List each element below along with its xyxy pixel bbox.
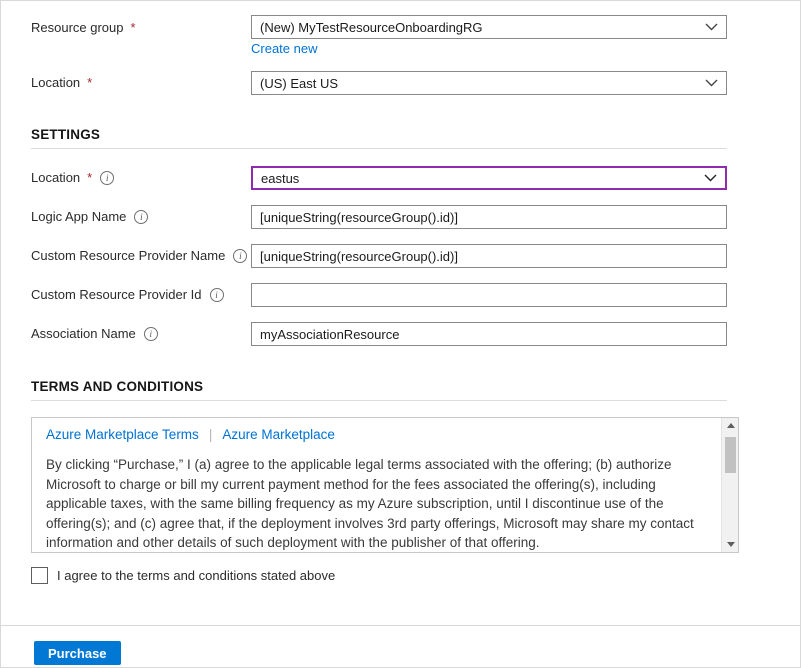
- agree-row: I agree to the terms and conditions stat…: [31, 567, 335, 584]
- custom-rp-name-label-text: Custom Resource Provider Name: [31, 248, 226, 263]
- resource-group-value: (New) MyTestResourceOnboardingRG: [260, 19, 483, 35]
- location-label-text: Location: [31, 75, 81, 90]
- custom-rp-id-label: Custom Resource Provider Id i: [31, 287, 224, 302]
- info-icon[interactable]: i: [143, 326, 158, 341]
- resource-group-label: Resource group *: [31, 20, 136, 35]
- settings-location-label-text: Location: [31, 170, 81, 185]
- association-name-label: Association Name i: [31, 326, 158, 341]
- terms-links: Azure Marketplace Terms | Azure Marketpl…: [46, 427, 335, 442]
- terms-divider: [31, 400, 727, 401]
- terms-body-text: By clicking “Purchase,” I (a) agree to t…: [46, 457, 694, 550]
- logic-app-name-label: Logic App Name i: [31, 209, 149, 224]
- scroll-down-icon[interactable]: [722, 537, 738, 552]
- resource-group-label-text: Resource group: [31, 20, 124, 35]
- logic-app-name-label-text: Logic App Name: [31, 209, 127, 224]
- location-label: Location *: [31, 75, 92, 90]
- footer-divider: [1, 625, 800, 626]
- azure-marketplace-link[interactable]: Azure Marketplace: [222, 427, 335, 442]
- resource-group-dropdown[interactable]: (New) MyTestResourceOnboardingRG: [251, 15, 727, 39]
- custom-rp-name-label: Custom Resource Provider Name i: [31, 248, 248, 263]
- required-asterisk: *: [87, 170, 93, 185]
- terms-text-panel: Azure Marketplace Terms | Azure Marketpl…: [31, 417, 739, 553]
- purchase-button[interactable]: Purchase: [34, 641, 121, 665]
- terms-agree-label: I agree to the terms and conditions stat…: [57, 568, 336, 583]
- custom-rp-id-input[interactable]: [251, 283, 727, 307]
- deployment-form-page: Resource group * (New) MyTestResourceOnbo…: [0, 0, 801, 668]
- link-separator: |: [208, 427, 213, 442]
- association-name-label-text: Association Name: [31, 326, 136, 341]
- terms-scrollbar[interactable]: [721, 418, 738, 552]
- chevron-down-icon: [705, 23, 718, 31]
- custom-rp-name-input[interactable]: [251, 244, 727, 268]
- info-icon[interactable]: i: [233, 248, 248, 263]
- info-icon[interactable]: i: [209, 287, 224, 302]
- settings-heading: SETTINGS: [31, 127, 101, 142]
- azure-marketplace-terms-link[interactable]: Azure Marketplace Terms: [46, 427, 199, 442]
- logic-app-name-input[interactable]: [251, 205, 727, 229]
- custom-rp-id-label-text: Custom Resource Provider Id: [31, 287, 202, 302]
- scroll-up-icon[interactable]: [722, 418, 738, 433]
- chevron-down-icon: [704, 174, 717, 182]
- settings-location-value: eastus: [261, 170, 300, 186]
- info-icon[interactable]: i: [100, 170, 115, 185]
- required-asterisk: *: [87, 75, 93, 90]
- settings-location-dropdown[interactable]: eastus: [251, 166, 727, 190]
- chevron-down-icon: [705, 79, 718, 87]
- terms-heading: TERMS AND CONDITIONS: [31, 379, 204, 394]
- info-icon[interactable]: i: [134, 209, 149, 224]
- association-name-input[interactable]: [251, 322, 727, 346]
- location-value: (US) East US: [260, 75, 339, 91]
- create-new-link[interactable]: Create new: [251, 41, 317, 56]
- settings-location-label: Location * i: [31, 170, 115, 185]
- scrollbar-thumb[interactable]: [725, 437, 736, 473]
- terms-agree-checkbox[interactable]: [31, 567, 48, 584]
- settings-divider: [31, 148, 727, 149]
- required-asterisk: *: [130, 20, 136, 35]
- location-dropdown[interactable]: (US) East US: [251, 71, 727, 95]
